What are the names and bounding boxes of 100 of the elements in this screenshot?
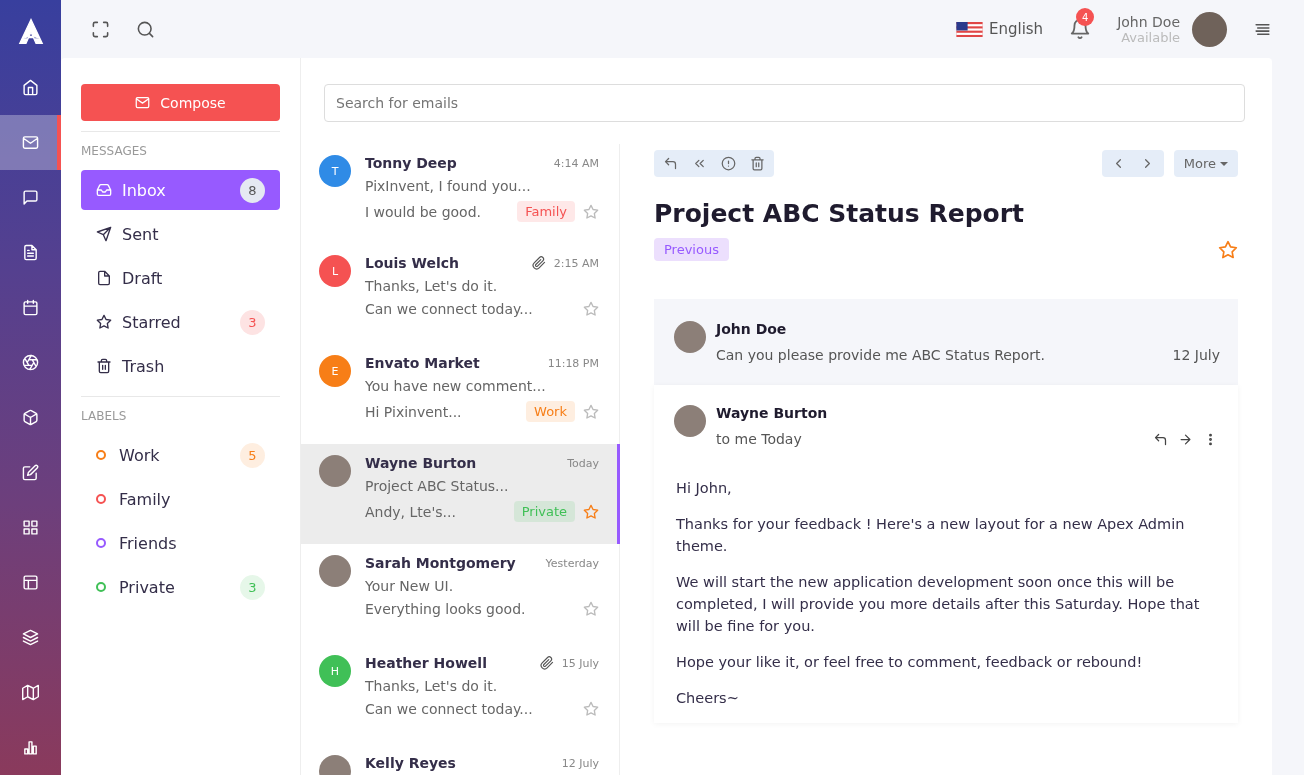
search-field[interactable]: Search for emails [324, 84, 1245, 122]
calendar-icon [22, 299, 39, 316]
star-icon[interactable] [583, 403, 599, 420]
grid-icon [22, 519, 39, 536]
avatar [319, 555, 351, 587]
email-subject: You have new comment... [365, 378, 547, 394]
email-subject: Project ABC Status... [365, 478, 510, 494]
initial-avatar: E [319, 355, 351, 387]
layers-icon [22, 629, 39, 646]
star-icon[interactable] [583, 601, 599, 617]
email-preview: Andy, Lte's... [365, 503, 457, 520]
section-title: LABELS [81, 409, 128, 423]
email-time: 15 July [561, 656, 599, 670]
alert-icon[interactable] [721, 156, 736, 171]
user-avatar[interactable] [1192, 11, 1227, 47]
folder-item[interactable]: Trash [81, 346, 280, 386]
count-badge: 5 [240, 442, 265, 468]
message-paragraph: Cheers~ [676, 689, 740, 708]
email-subject: Your New UI. [365, 578, 455, 594]
chat-icon [22, 189, 39, 206]
map-icon [22, 684, 39, 701]
sender-name: Envato Market [365, 355, 481, 371]
message-snippet: Can you please provide me ABC Status Report. [716, 347, 1046, 363]
message-paragraph: Thanks for your feedback ! Here's a new layout for a new Apex Admin theme. [676, 515, 1186, 556]
sender-name: Louis Welch [365, 255, 460, 271]
email-item[interactable]: T Tonny Deep 4:14 AM PixInvent, I found you... I would be good. Family [301, 144, 620, 244]
avatar [319, 455, 351, 487]
message-paragraph: Hi John, [676, 479, 733, 498]
folder-item[interactable]: Draft [81, 258, 280, 298]
message-meta: to me Today [716, 431, 803, 447]
email-time: Yesterday [545, 556, 599, 570]
email-tag: Private [513, 501, 575, 522]
email-item[interactable]: Sarah Montgomery Yesterday Your New UI. Everything looks good. [301, 544, 620, 644]
label-item[interactable]: Family [81, 479, 280, 519]
email-item[interactable]: Kelly Reyes 12 July [301, 744, 620, 775]
mail-icon [135, 95, 151, 110]
bar-chart-icon [22, 739, 39, 756]
email-item[interactable]: Wayne Burton Today Project ABC Status... Andy, Lte's... Private [301, 444, 620, 544]
email-tag: Work [526, 401, 575, 422]
email-time: 12 July [561, 756, 599, 770]
star-icon[interactable] [583, 203, 599, 220]
folder-item[interactable]: Starred 3 [81, 302, 280, 342]
star-icon[interactable] [1218, 239, 1238, 260]
document-icon [22, 244, 39, 261]
email-subject: Thanks, Let's do it. [365, 678, 499, 694]
email-title: Project ABC Status Report [654, 199, 1025, 228]
folder-item[interactable]: Inbox 8 [81, 170, 280, 210]
home-icon [22, 79, 39, 96]
count-badge: 3 [240, 574, 265, 600]
send-icon [96, 226, 112, 242]
mail-icon [22, 134, 39, 151]
sender-name: Tonny Deep [365, 155, 458, 171]
star-icon[interactable] [583, 503, 599, 520]
email-preview: I would be good. [365, 203, 482, 220]
email-tag: Previous [654, 238, 729, 261]
star-icon [96, 314, 112, 330]
initial-avatar: T [319, 155, 351, 187]
email-preview: Everything looks good. [365, 601, 527, 617]
email-preview: Can we connect today... [365, 701, 534, 717]
notification-badge: 4 [1076, 8, 1095, 26]
search-icon[interactable] [136, 19, 155, 39]
user-status: Available [1121, 29, 1180, 45]
sender-name: Wayne Burton [716, 405, 829, 421]
message-summary[interactable]: John Doe Can you please provide me ABC Status Report. 12 July [654, 299, 1238, 385]
email-item[interactable]: L Louis Welch 2:15 AM Thanks, Let's do it. Can we connect today... [301, 244, 620, 344]
star-icon[interactable] [583, 301, 599, 317]
avatar [674, 321, 706, 353]
count-badge: 3 [240, 309, 265, 335]
flag-icon [955, 21, 983, 37]
fullscreen-icon[interactable] [91, 19, 110, 39]
sender-name: Wayne Burton [365, 455, 478, 471]
email-subject: Thanks, Let's do it. [365, 278, 499, 294]
cube-icon [22, 409, 39, 426]
more-dropdown[interactable]: More [1173, 150, 1238, 177]
inbox-icon [96, 182, 112, 198]
email-item[interactable]: E Envato Market 11:18 PM You have new comment... Hi Pixinvent... Work [301, 344, 620, 444]
layout-icon [22, 574, 39, 591]
sender-name: John Doe [716, 321, 788, 337]
email-tag: Family [517, 201, 575, 222]
star-icon[interactable] [583, 701, 599, 717]
initial-avatar: L [319, 255, 351, 287]
reply-icon[interactable] [663, 156, 678, 171]
email-item[interactable]: H Heather Howell 15 July Thanks, Let's do it. Can we connect today... [301, 644, 620, 744]
forward-icon[interactable] [1178, 431, 1193, 447]
reply-icon[interactable] [1153, 431, 1168, 447]
email-time: 2:15 AM [553, 256, 599, 270]
language-selector[interactable]: English [988, 20, 1044, 38]
label-item[interactable]: Work 5 [81, 435, 280, 475]
folder-item[interactable]: Sent [81, 214, 280, 254]
trash-icon[interactable] [750, 156, 765, 171]
file-icon [96, 270, 112, 286]
label-item[interactable]: Private 3 [81, 567, 280, 607]
user-name: John Doe [1117, 13, 1180, 30]
edit-icon [22, 464, 39, 481]
label-item[interactable]: Friends [81, 523, 280, 563]
initial-avatar: H [319, 655, 351, 687]
count-badge: 8 [240, 177, 265, 203]
email-time: 4:14 AM [553, 156, 599, 170]
email-time: 11:18 PM [547, 356, 599, 370]
sender-name: Kelly Reyes [365, 755, 457, 771]
